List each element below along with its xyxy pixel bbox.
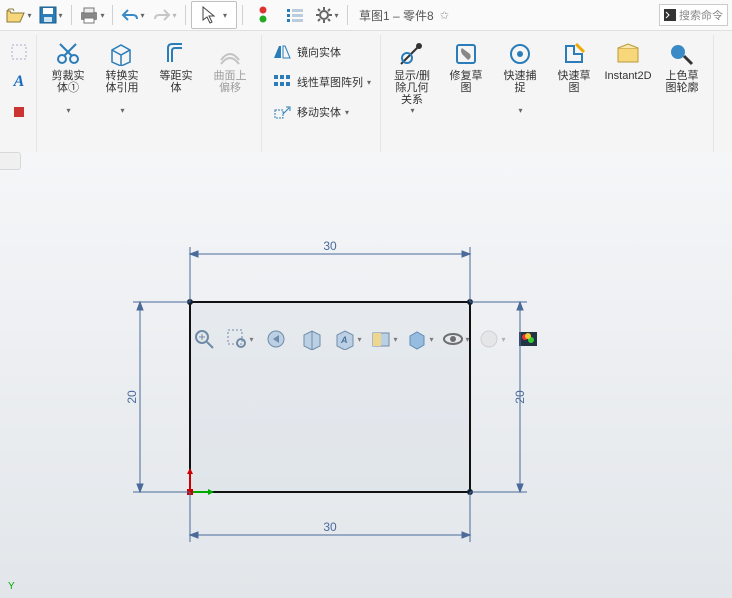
undo-button[interactable]: ▾ — [118, 1, 148, 29]
feature-tree-tab[interactable] — [0, 152, 21, 170]
terminal-icon — [664, 9, 676, 21]
open-button[interactable]: ▾ — [4, 1, 34, 29]
linear-pattern-button[interactable]: 线性草图阵列▾ — [266, 67, 376, 97]
dimension-bottom-value[interactable]: 30 — [323, 520, 337, 534]
quick-snap-button[interactable]: 快速捕 捉▾ — [493, 37, 547, 118]
print-button[interactable]: ▾ — [77, 1, 107, 29]
dimension-left-value[interactable]: 20 — [125, 390, 139, 404]
search-placeholder: 搜索命令 — [679, 7, 723, 23]
surface-offset-button: 曲面上 偏移 — [203, 37, 257, 109]
settings-button[interactable]: ▾ — [312, 1, 342, 29]
ribbon-group-left-icons: A — [2, 35, 37, 157]
ribbon-group-patterns: 镜向实体 线性草图阵列▾ 移动实体▾ — [262, 35, 381, 157]
dimension-top[interactable] — [190, 247, 470, 302]
dimension-bottom[interactable] — [190, 492, 470, 542]
quick-access-toolbar: ▾ ▾ ▾ ▾ ▾ ▾ ▾ 草图1 – 零件8 ✩ 搜索命令 — [0, 0, 732, 31]
ribbon-toolbar: A 剪裁实 体①▾ 转换实 体引用▾ 等距实 体 曲面上 偏移 镜向实体 线性草… — [0, 31, 732, 158]
graphics-area[interactable]: ▾ A▾ ▾ ▾ ▾ ▾ — [0, 152, 732, 598]
offset-entities-button[interactable]: 等距实 体 — [149, 37, 203, 109]
select-tool-button[interactable]: ▾ — [191, 1, 237, 29]
move-entities-button[interactable]: 移动实体▾ — [266, 97, 354, 127]
ribbon-group-entities: 剪裁实 体①▾ 转换实 体引用▾ 等距实 体 曲面上 偏移 — [37, 35, 262, 157]
save-button[interactable]: ▾ — [36, 1, 66, 29]
traffic-light-icon[interactable] — [248, 1, 278, 29]
star-icon[interactable]: ✩ — [440, 9, 449, 22]
instant2d-button[interactable]: Instant2D — [601, 37, 655, 109]
convert-entities-button[interactable]: 转换实 体引用▾ — [95, 37, 149, 118]
shaded-sketch-button[interactable]: 上色草 图轮廓 — [655, 37, 709, 109]
text-A-icon[interactable]: A — [6, 67, 32, 97]
display-delete-relations-button[interactable]: 显示/删 除几何 关系▾ — [385, 37, 439, 118]
redo-button[interactable]: ▾ — [150, 1, 180, 29]
command-search-input[interactable]: 搜索命令 — [659, 4, 728, 26]
sketch-rectangle: 30 30 20 20 — [130, 232, 560, 572]
options-list-button[interactable] — [280, 1, 310, 29]
dimension-right-value[interactable]: 20 — [513, 390, 527, 404]
red-square-icon[interactable] — [6, 97, 32, 127]
quick-sketch-button[interactable]: 快速草 图 — [547, 37, 601, 109]
axis-label-y: Y — [8, 581, 15, 592]
trim-entities-button[interactable]: 剪裁实 体①▾ — [41, 37, 95, 118]
repair-sketch-button[interactable]: 修复草 图 — [439, 37, 493, 109]
document-title: 草图1 – 零件8 — [359, 7, 434, 24]
rectangle-select-icon[interactable] — [6, 37, 32, 67]
ribbon-group-right: 显示/删 除几何 关系▾ 修复草 图 快速捕 捉▾ 快速草 图 Instant2… — [381, 35, 714, 157]
dimension-left[interactable] — [133, 302, 190, 492]
mirror-entities-button[interactable]: 镜向实体 — [266, 37, 346, 67]
dimension-top-value[interactable]: 30 — [323, 239, 337, 253]
